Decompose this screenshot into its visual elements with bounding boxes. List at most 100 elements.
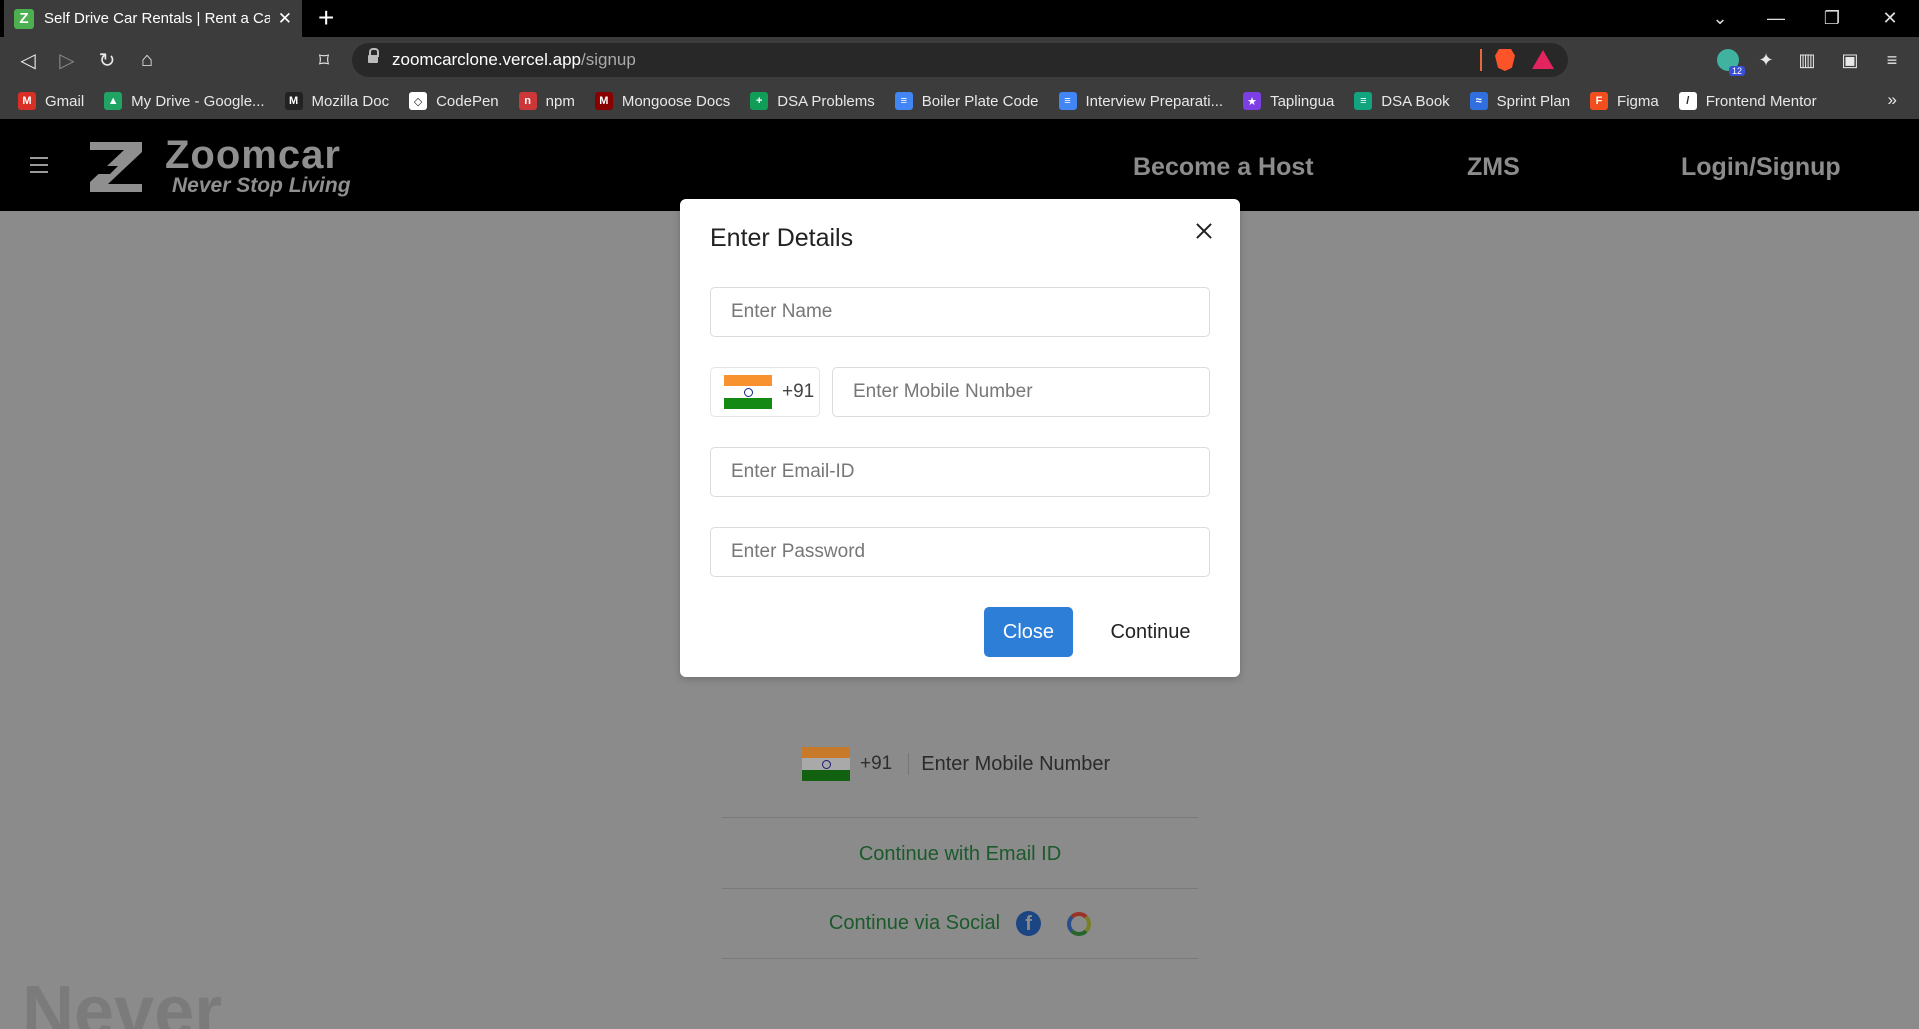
facebook-icon: f	[1016, 911, 1042, 936]
mongoose-icon: M	[594, 92, 613, 110]
site-header: Zoomcar Never Stop Living Become a Host …	[0, 119, 1919, 211]
star-icon: ★	[1243, 92, 1262, 110]
brave-rewards-icon[interactable]	[1532, 50, 1554, 69]
bookmark-item[interactable]: n npm	[518, 92, 575, 110]
bookmark-item[interactable]: ≡ Interview Preparati...	[1058, 92, 1224, 110]
sheets-icon: +	[750, 92, 769, 110]
bookmark-label: DSA Book	[1381, 92, 1450, 110]
address-bar[interactable]: zoomcarclone.vercel.app/signup	[352, 43, 1568, 77]
bookmark-label: My Drive - Google...	[131, 92, 265, 110]
zoomcar-favicon-icon: Z	[14, 8, 34, 29]
bookmark-item[interactable]: M Mongoose Docs	[594, 92, 731, 110]
bookmark-label: CodePen	[436, 92, 499, 110]
reload-icon[interactable]: ↻	[93, 46, 121, 74]
gmail-icon: M	[18, 92, 36, 110]
bookmark-item[interactable]: ≡ Boiler Plate Code	[894, 92, 1039, 110]
bookmark-label: Mongoose Docs	[621, 92, 731, 110]
bookmark-label: Interview Preparati...	[1085, 92, 1224, 110]
hamburger-menu-icon[interactable]	[30, 157, 48, 173]
bookmarks-bar: M Gmail ▲ My Drive - Google... M Mozilla Doc ◇…	[0, 83, 1919, 119]
bookmark-item[interactable]: M Gmail	[18, 92, 84, 110]
docs-icon: ≡	[1058, 92, 1077, 110]
browser-toolbar: ◁ ▷ ↻ ⌂ ⌑ zoomcarclone.vercel.app/signup…	[0, 37, 1919, 83]
figma-icon: F	[1590, 92, 1609, 110]
browser-tab-strip: Z Self Drive Car Rentals | Rent a Car ✕ …	[0, 0, 1919, 37]
bookmarks-overflow-button[interactable]: »	[1888, 90, 1897, 110]
divider	[722, 888, 1198, 889]
google-drive-icon: ▲	[104, 92, 123, 110]
bookmark-label: Taplingua	[1270, 92, 1335, 110]
bookmark-item[interactable]: ◇ CodePen	[409, 92, 499, 110]
google-icon	[1067, 911, 1092, 936]
signup-modal: Enter Details +91 Close Continue	[680, 199, 1240, 677]
back-icon[interactable]: ◁	[14, 46, 42, 74]
extension-grammar-icon[interactable]: 12	[1714, 46, 1745, 76]
lock-icon[interactable]	[368, 48, 379, 65]
minimize-button[interactable]: —	[1756, 0, 1796, 37]
bookmark-label: Gmail	[45, 92, 85, 110]
sidebar-toggle-icon[interactable]: ▥	[1793, 46, 1821, 74]
bookmark-item[interactable]: M Mozilla Doc	[284, 92, 389, 110]
divider	[722, 817, 1198, 818]
india-flag-icon	[802, 747, 850, 781]
password-input[interactable]	[710, 527, 1210, 577]
divider	[722, 958, 1198, 959]
bg-social-label: Continue via Social	[828, 912, 1001, 934]
wallet-icon[interactable]: ▣	[1836, 46, 1864, 74]
omnibox-separator	[1480, 49, 1482, 71]
name-input[interactable]	[710, 287, 1210, 337]
docs-icon: ≡	[894, 92, 913, 110]
bookmark-label: Frontend Mentor	[1705, 92, 1817, 110]
mdn-icon: M	[284, 92, 303, 110]
codepen-icon: ◇	[409, 92, 428, 110]
extensions-puzzle-icon[interactable]: ✦	[1752, 46, 1780, 74]
forward-icon[interactable]: ▷	[53, 46, 81, 74]
bookmark-label: Sprint Plan	[1496, 92, 1571, 110]
nav-zms[interactable]: ZMS	[1467, 153, 1520, 182]
brave-shields-icon[interactable]	[1495, 49, 1515, 71]
restore-button[interactable]: ❐	[1812, 0, 1852, 37]
email-input[interactable]	[710, 447, 1210, 497]
frontend-mentor-icon: /	[1678, 92, 1697, 110]
zoomcar-logo-icon[interactable]	[88, 138, 144, 194]
close-icon[interactable]	[1192, 219, 1216, 243]
bg-email-link: Continue with Email ID	[858, 843, 1062, 865]
tab-close-icon[interactable]: ✕	[278, 9, 292, 29]
bookmark-item[interactable]: ▲ My Drive - Google...	[104, 92, 265, 110]
bookmark-item[interactable]: / Frontend Mentor	[1678, 92, 1817, 110]
bg-country-code: +91	[860, 753, 910, 775]
nav-login-signup[interactable]: Login/Signup	[1681, 153, 1841, 182]
mobile-input[interactable]	[832, 367, 1210, 417]
modal-title: Enter Details	[710, 224, 854, 252]
url-text: zoomcarclone.vercel.app/signup	[392, 50, 636, 69]
bookmark-label: Figma	[1617, 92, 1659, 110]
logo-tagline: Never Stop Living	[172, 174, 351, 197]
bg-mobile-input: Enter Mobile Number	[921, 752, 1111, 775]
continue-button[interactable]: Continue	[1093, 607, 1208, 657]
bookmark-label: Boiler Plate Code	[921, 92, 1039, 110]
bookmark-item[interactable]: + DSA Problems	[750, 92, 875, 110]
nav-become-a-host[interactable]: Become a Host	[1133, 153, 1314, 182]
bookmark-label: DSA Problems	[777, 92, 875, 110]
logo-wordmark[interactable]: Zoomcar	[165, 133, 341, 178]
country-code-select[interactable]: +91	[710, 367, 820, 417]
window-close-button[interactable]: ✕	[1870, 0, 1910, 37]
bookmark-page-icon[interactable]: ⌑	[310, 46, 338, 74]
country-code: +91	[782, 381, 815, 402]
bookmark-label: npm	[545, 92, 575, 110]
new-tab-button[interactable]: +	[318, 2, 334, 34]
browser-menu-icon[interactable]: ≡	[1878, 46, 1906, 74]
extension-badge: 12	[1728, 66, 1745, 76]
bookmark-item[interactable]: ≈ Sprint Plan	[1469, 92, 1571, 110]
tab-search-icon[interactable]: ⌄	[1700, 0, 1740, 37]
home-icon[interactable]: ⌂	[133, 46, 161, 74]
browser-tab-active[interactable]: Z Self Drive Car Rentals | Rent a Car ✕	[4, 0, 302, 37]
close-button[interactable]: Close	[984, 607, 1073, 657]
bookmark-item[interactable]: ≡ DSA Book	[1354, 92, 1450, 110]
bg-phone-row: +91 Enter Mobile Number	[802, 747, 1110, 781]
bg-social-row: Continue via Social f	[722, 911, 1198, 936]
india-flag-icon	[724, 375, 772, 409]
bookmark-item[interactable]: F Figma	[1590, 92, 1659, 110]
book-icon: ≡	[1354, 92, 1373, 110]
bookmark-item[interactable]: ★ Taplingua	[1243, 92, 1334, 110]
